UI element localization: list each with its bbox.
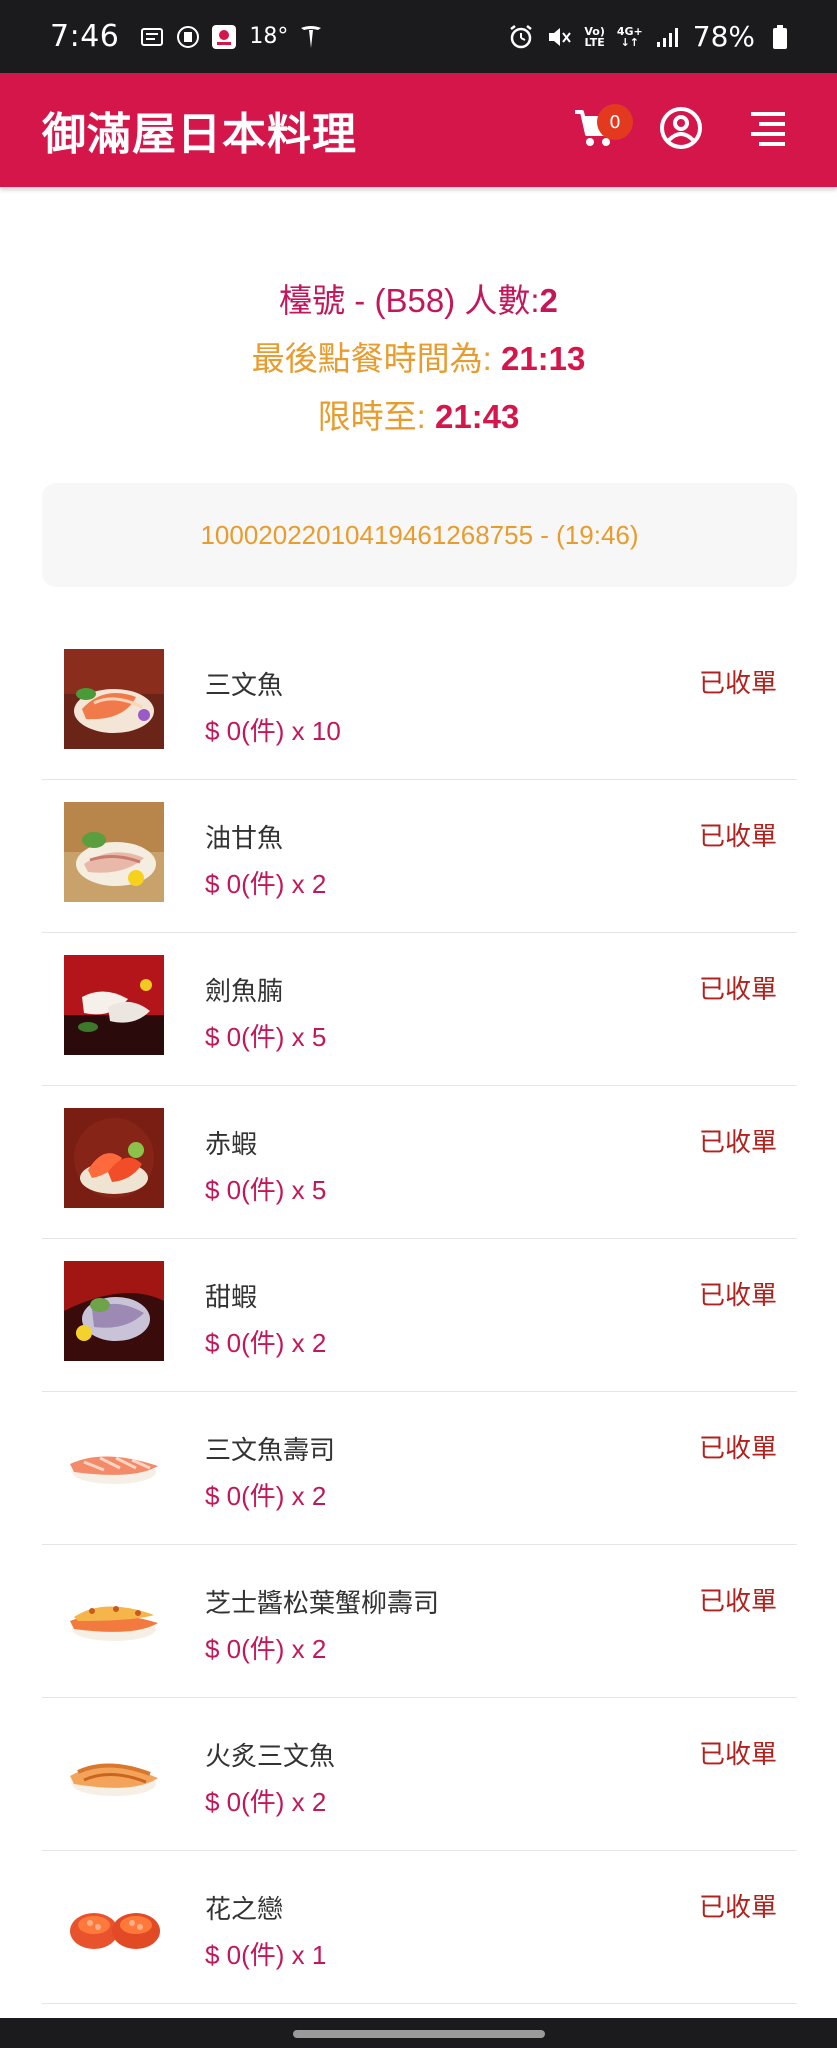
item-status: 已收單 (698, 669, 777, 699)
item-price: $ 0(件) x 5 (205, 1022, 327, 1052)
table-number-line: 檯號 - (B58) 人數:2 (0, 272, 837, 330)
item-price: $ 0(件) x 5 (205, 1175, 327, 1205)
app-badge-icon (175, 24, 201, 50)
status-left-icons: 18° (139, 24, 324, 50)
time-limit-label: 限時至: (317, 398, 435, 435)
user-account-icon (659, 106, 703, 154)
status-time: 7:46 (50, 19, 120, 54)
item-price: $ 0(件) x 2 (205, 1328, 327, 1358)
tesla-icon (298, 24, 324, 50)
item-price: $ 0(件) x 2 (205, 1787, 327, 1817)
order-item-list: 三文魚 $ 0(件) x 10 已收單 油甘魚 $ 0(件) x 2 已收單 劍… (42, 627, 797, 2004)
menu-button[interactable] (737, 100, 797, 160)
item-name: 三文魚 (205, 671, 284, 701)
item-status: 已收單 (698, 1281, 777, 1311)
list-item: 三文魚 $ 0(件) x 10 已收單 (42, 627, 797, 780)
item-price: $ 0(件) x 2 (205, 869, 327, 899)
list-item: 赤蝦 $ 0(件) x 5 已收單 (42, 1086, 797, 1239)
mute-icon (546, 24, 572, 50)
item-name: 甜蝦 (205, 1283, 258, 1313)
volte-indicator: Vo) LTE (584, 24, 605, 49)
time-limit-time: 21:43 (434, 398, 520, 435)
alarm-icon (508, 24, 534, 50)
item-status: 已收單 (698, 822, 777, 852)
seared-salmon-image (64, 1720, 164, 1820)
list-item: 芝士醬松葉蟹柳壽司 $ 0(件) x 2 已收單 (42, 1545, 797, 1698)
signal-icon (655, 24, 681, 50)
restaurant-title: 御滿屋日本料理 (42, 109, 357, 160)
item-status: 已收單 (698, 1434, 777, 1464)
sweet-shrimp-image (64, 1261, 164, 1361)
order-number-label: 10002022010419461268755 - (19:46) (200, 519, 639, 550)
swordfish-belly-image (64, 955, 164, 1055)
app-header: 御滿屋日本料理 0 (0, 73, 837, 187)
salmon-roe-roll-image (64, 1873, 164, 1973)
salmon-sushi-image (64, 1414, 164, 1514)
item-price: $ 0(件) x 1 (205, 1940, 327, 1970)
message-icon (139, 24, 165, 50)
item-price: $ 0(件) x 10 (205, 716, 341, 746)
account-button[interactable] (651, 100, 711, 160)
time-limit-line: 限時至: 21:43 (0, 388, 837, 446)
item-status: 已收單 (698, 1128, 777, 1158)
last-order-time: 21:13 (500, 340, 586, 377)
item-name: 油甘魚 (205, 824, 284, 854)
item-status: 已收單 (698, 1587, 777, 1617)
list-item: 火炙三文魚 $ 0(件) x 2 已收單 (42, 1698, 797, 1851)
red-shrimp-image (64, 1108, 164, 1208)
item-status: 已收單 (698, 975, 777, 1005)
home-gesture-handle[interactable] (293, 2030, 545, 2038)
item-price: $ 0(件) x 2 (205, 1481, 327, 1511)
list-item: 花之戀 $ 0(件) x 1 已收單 (42, 1851, 797, 2004)
cheese-crab-sushi-image (64, 1567, 164, 1667)
menu-icon (747, 110, 787, 150)
salmon-sashimi-image (64, 649, 164, 749)
item-name: 火炙三文魚 (205, 1742, 336, 1772)
table-number-label: 檯號 - (B58) 人數: (279, 282, 540, 319)
last-order-line: 最後點餐時間為: 21:13 (0, 330, 837, 388)
list-item: 三文魚壽司 $ 0(件) x 2 已收單 (42, 1392, 797, 1545)
status-right-icons: Vo) LTE 4G+ ↓↑ 78% (508, 20, 793, 53)
item-status: 已收單 (698, 1893, 777, 1923)
party-size: 2 (539, 282, 558, 319)
list-item: 甜蝦 $ 0(件) x 2 已收單 (42, 1239, 797, 1392)
data-type-indicator: 4G+ ↓↑ (616, 24, 643, 49)
list-item: 油甘魚 $ 0(件) x 2 已收單 (42, 780, 797, 933)
order-number-box[interactable]: 10002022010419461268755 - (19:46) (42, 483, 797, 587)
status-bar: 7:46 18° Vo) LTE 4G+ ↓↑ 78% (0, 0, 837, 73)
item-price: $ 0(件) x 2 (205, 1634, 327, 1664)
last-order-label: 最後點餐時間為: (251, 340, 501, 377)
table-info: 檯號 - (B58) 人數:2 最後點餐時間為: 21:13 限時至: 21:4… (0, 272, 837, 446)
battery-percent: 78% (692, 20, 755, 53)
system-navigation-bar (0, 2018, 837, 2048)
item-name: 花之戀 (205, 1895, 284, 1925)
item-name: 芝士醬松葉蟹柳壽司 (205, 1589, 440, 1619)
item-name: 劍魚腩 (205, 977, 284, 1007)
list-item: 劍魚腩 $ 0(件) x 5 已收單 (42, 933, 797, 1086)
status-temperature: 18° (249, 24, 289, 49)
app-icon (211, 24, 237, 50)
cart-button[interactable]: 0 (565, 100, 633, 160)
item-status: 已收單 (698, 1740, 777, 1770)
data-arrows-icon: ↓↑ (620, 35, 640, 49)
item-name: 三文魚壽司 (205, 1436, 336, 1466)
yellowtail-sashimi-image (64, 802, 164, 902)
item-name: 赤蝦 (205, 1130, 258, 1160)
battery-icon (767, 24, 793, 50)
cart-count-badge: 0 (597, 104, 633, 140)
